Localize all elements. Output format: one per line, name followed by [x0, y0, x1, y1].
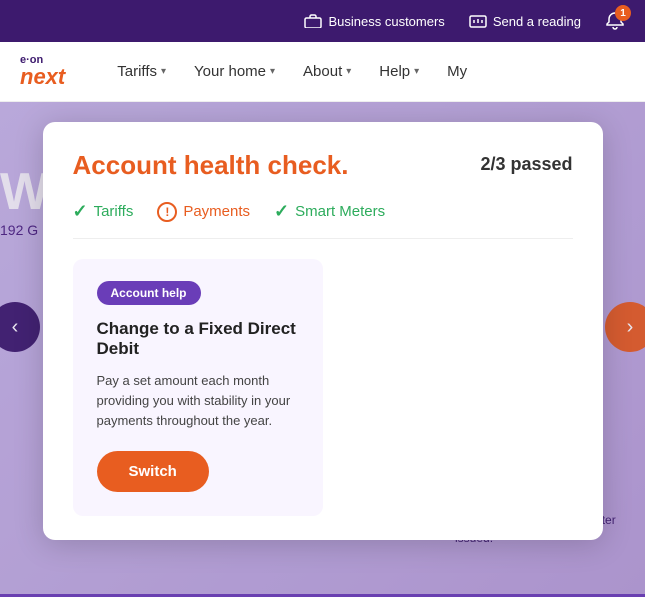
notification-count: 1: [615, 5, 631, 21]
notifications-icon[interactable]: 1: [605, 11, 625, 31]
smart-meters-check-label: Smart Meters: [295, 203, 385, 220]
modal-overlay: Account health check. 2/3 passed ✓ Tarif…: [0, 102, 645, 597]
tariffs-check-label: Tariffs: [94, 203, 134, 220]
modal-checks: ✓ Tariffs ! Payments ✓ Smart Meters: [73, 201, 573, 239]
logo-next: next: [20, 66, 65, 88]
nav-about[interactable]: About ▾: [291, 55, 363, 88]
chevron-down-icon: ▾: [414, 66, 419, 77]
check-green-icon: ✓: [73, 201, 88, 222]
chevron-down-icon: ▾: [161, 66, 166, 77]
send-reading-label: Send a reading: [493, 14, 581, 29]
logo[interactable]: e·on next: [20, 55, 65, 88]
meter-icon: [469, 12, 487, 30]
card-description: Pay a set amount each month providing yo…: [97, 371, 299, 431]
nav-tariffs-label: Tariffs: [117, 63, 157, 80]
briefcase-icon: [304, 12, 322, 30]
account-health-modal: Account health check. 2/3 passed ✓ Tarif…: [43, 122, 603, 540]
chevron-down-icon: ▾: [346, 66, 351, 77]
warning-icon: !: [157, 202, 177, 222]
nav-items: Tariffs ▾ Your home ▾ About ▾ Help ▾ My: [105, 55, 625, 88]
chevron-down-icon: ▾: [270, 66, 275, 77]
nav-about-label: About: [303, 63, 342, 80]
nav-bar: e·on next Tariffs ▾ Your home ▾ About ▾ …: [0, 42, 645, 102]
business-customers-link[interactable]: Business customers: [304, 12, 444, 30]
nav-tariffs[interactable]: Tariffs ▾: [105, 55, 178, 88]
nav-my[interactable]: My: [435, 55, 479, 88]
modal-passed: 2/3 passed: [480, 154, 572, 175]
nav-help-label: Help: [379, 63, 410, 80]
check-tariffs: ✓ Tariffs: [73, 201, 134, 222]
send-reading-link[interactable]: Send a reading: [469, 12, 581, 30]
nav-help[interactable]: Help ▾: [367, 55, 431, 88]
nav-your-home[interactable]: Your home ▾: [182, 55, 287, 88]
nav-your-home-label: Your home: [194, 63, 266, 80]
card-badge: Account help: [97, 281, 201, 305]
card-title: Change to a Fixed Direct Debit: [97, 319, 299, 359]
switch-button[interactable]: Switch: [97, 451, 209, 492]
top-bar: Business customers Send a reading 1: [0, 0, 645, 42]
payments-check-label: Payments: [183, 203, 250, 220]
main-background: Wo 192 G Ac ‹ › t paym paymen ment is s …: [0, 102, 645, 597]
check-smart-meters: ✓ Smart Meters: [274, 201, 385, 222]
nav-my-label: My: [447, 63, 467, 80]
modal-header: Account health check. 2/3 passed: [73, 150, 573, 181]
modal-title: Account health check.: [73, 150, 349, 181]
account-help-card: Account help Change to a Fixed Direct De…: [73, 259, 323, 516]
check-green-icon-2: ✓: [274, 201, 289, 222]
check-payments: ! Payments: [157, 202, 250, 222]
business-customers-label: Business customers: [328, 14, 444, 29]
